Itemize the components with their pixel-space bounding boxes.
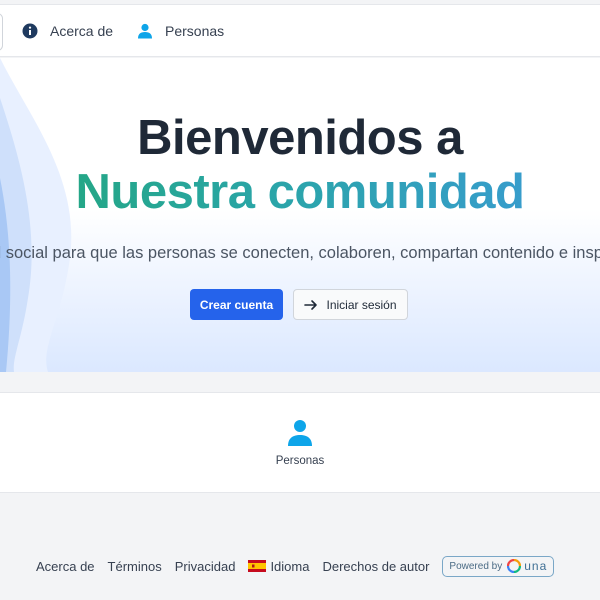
nav-item-label: Acerca de — [50, 23, 114, 39]
nav-active-tab-edge[interactable] — [0, 13, 3, 51]
top-navigation: Acerca de Personas — [0, 4, 600, 57]
hero-section: Bienvenidos a Nuestra comunidad d social… — [0, 58, 600, 372]
footer-link-copyright[interactable]: Derechos de autor — [322, 559, 429, 574]
info-icon — [22, 23, 38, 39]
footer-link-privacy[interactable]: Privacidad — [175, 559, 236, 574]
footer-link-terms[interactable]: Términos — [108, 559, 162, 574]
login-button[interactable]: Iniciar sesión — [293, 289, 408, 320]
spain-flag-icon — [248, 560, 267, 572]
hero-title: Bienvenidos a — [137, 111, 463, 165]
footer-language[interactable]: Idioma — [248, 559, 309, 574]
arrow-right-icon — [304, 299, 318, 310]
card-item-label: Personas — [275, 455, 325, 467]
nav-item-people[interactable]: Personas — [137, 5, 224, 57]
una-logo-icon — [507, 559, 522, 573]
powered-by-badge[interactable]: Powered by una — [442, 555, 555, 577]
footer-link-about[interactable]: Acerca de — [36, 559, 95, 574]
person-icon — [138, 23, 152, 39]
card-item-people[interactable]: Personas — [260, 419, 340, 479]
create-account-button[interactable]: Crear cuenta — [190, 289, 283, 320]
una-brand-text: una — [524, 559, 548, 573]
nav-item-label: Personas — [165, 23, 225, 39]
nav-item-about[interactable]: Acerca de — [22, 5, 113, 57]
footer: Acerca de Términos Privacidad Idioma Der… — [36, 555, 555, 577]
hero-title-highlight: Nuestra comunidad — [0, 164, 600, 220]
login-button-label: Iniciar sesión — [326, 297, 397, 312]
hero-subtitle: d social para que las personas se conect… — [0, 244, 600, 262]
people-card: Personas — [0, 392, 600, 493]
person-icon — [288, 420, 312, 446]
footer-language-label: Idioma — [270, 558, 310, 574]
powered-by-label: Powered by — [449, 560, 503, 572]
